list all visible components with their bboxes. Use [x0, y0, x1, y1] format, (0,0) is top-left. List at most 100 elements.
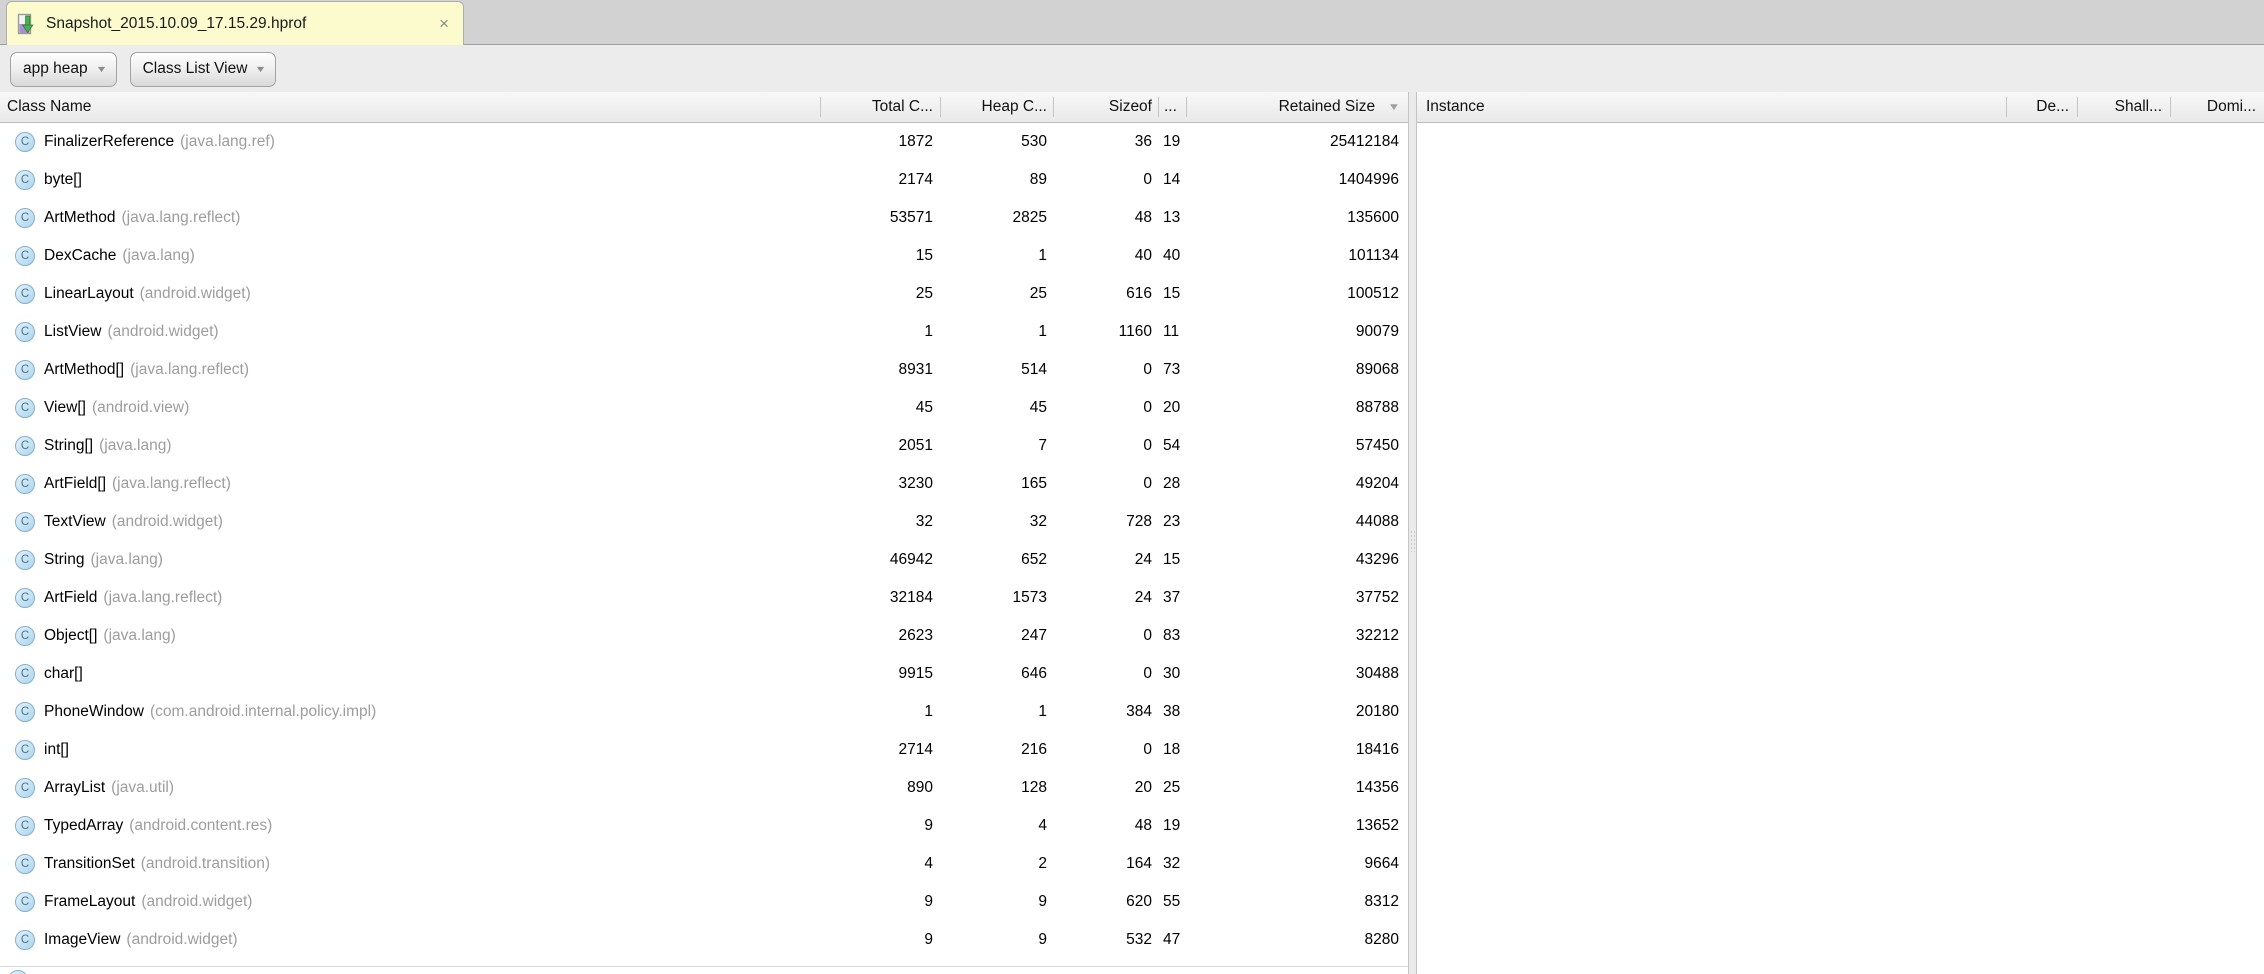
class-icon: C [15, 360, 35, 380]
sizeof-cell: 0 [1143, 361, 1152, 378]
table-row[interactable]: C View[] (android.view) 45 45 0 20 88788 [0, 389, 1408, 427]
class-icon: C [15, 816, 35, 836]
class-icon: C [15, 854, 35, 874]
heap-cell: 4 [1038, 817, 1047, 834]
table-row[interactable]: Cint[] 2714 216 0 18 18416 [0, 731, 1408, 769]
retained-cell: 88788 [1355, 399, 1399, 416]
column-header-class-name[interactable]: Class Name [0, 97, 820, 117]
class-name: LinearLayout [44, 285, 134, 302]
column-header-dominating-size[interactable]: Domi... [2170, 97, 2264, 117]
class-package: (android.content.res) [129, 817, 273, 834]
retained-cell: 8312 [1364, 893, 1399, 910]
heap-selector-dropdown[interactable]: app heap ▼ [10, 51, 117, 87]
class-name: PhoneWindow [44, 703, 144, 720]
table-row[interactable]: Cchar[] 9915 646 0 30 30488 [0, 655, 1408, 693]
class-name-cell: C ListView (android.widget) [0, 322, 820, 342]
class-package: (java.lang.ref) [180, 133, 275, 150]
table-row[interactable]: C ArrayList (java.util) 890 128 20 25 14356 [0, 769, 1408, 807]
class-name: TransitionSet [44, 855, 135, 872]
sizeof-cell: 0 [1143, 399, 1152, 416]
retained-cell: 20180 [1355, 703, 1399, 720]
class-name-cell: Cint[] [0, 740, 820, 760]
view-selector-dropdown[interactable]: Class List View ▼ [129, 51, 277, 87]
class-package: (java.lang) [103, 627, 176, 644]
table-row[interactable]: C TextView (android.widget) 32 32 728 23 44088 [0, 503, 1408, 541]
class-package: (java.lang) [90, 551, 163, 568]
clipped-cell: 15 [1163, 285, 1181, 302]
heap-view-toolbar: app heap ▼ Class List View ▼ [0, 45, 2264, 93]
clipped-cell: 19 [1163, 817, 1181, 834]
heap-cell: 247 [1021, 627, 1047, 644]
class-name-cell: C FrameLayout (android.widget) [0, 892, 820, 912]
class-package: (java.lang.reflect) [121, 209, 241, 226]
clipped-cell: 14 [1163, 171, 1181, 188]
tab-close-icon[interactable]: × [437, 15, 451, 32]
column-header-heap-count[interactable]: Heap C... [940, 97, 1053, 117]
sizeof-cell: 164 [1126, 855, 1152, 872]
table-row[interactable]: C Object[] (java.lang) 2623 247 0 83 32212 [0, 617, 1408, 655]
sizeof-cell: 0 [1143, 171, 1152, 188]
total-cell: 32184 [889, 589, 933, 606]
table-row[interactable]: C ArtMethod[] (java.lang.reflect) 8931 514 0 7… [0, 351, 1408, 389]
table-row[interactable]: C String[] (java.lang) 2051 7 0 54 57450 [0, 427, 1408, 465]
clipped-cell: 38 [1163, 703, 1181, 720]
table-row[interactable]: C TransitionSet (android.transition) 4 2 164 3… [0, 845, 1408, 883]
class-name-cell: C Object[] (java.lang) [0, 626, 820, 646]
table-row[interactable]: C PhoneWindow (com.android.internal.policy… [0, 693, 1408, 731]
total-cell: 15 [915, 247, 933, 264]
table-row[interactable]: C String (java.lang) 46942 652 24 15 43296 [0, 541, 1408, 579]
class-name-cell: C LinearLayout (android.widget) [0, 284, 820, 304]
sizeof-cell: 24 [1134, 589, 1152, 606]
total-cell: 2051 [898, 437, 933, 454]
row-divider [0, 966, 1408, 967]
sizeof-cell: 48 [1134, 817, 1152, 834]
class-icon: C [15, 132, 35, 152]
heap-viewer-main: Class Name Total C... Heap C... Sizeof .… [0, 92, 2264, 974]
class-package: (android.widget) [111, 513, 223, 530]
table-row[interactable]: C TypedArray (android.content.res) 9 4 48 19 13… [0, 807, 1408, 845]
table-row[interactable]: C ArtField (java.lang.reflect) 32184 1573 24 3… [0, 579, 1408, 617]
total-cell: 3230 [898, 475, 933, 492]
class-package: (android.widget) [126, 931, 238, 948]
table-row[interactable]: C ArtMethod (java.lang.reflect) 53571 2825 48… [0, 199, 1408, 237]
column-header-depth[interactable]: De... [2006, 97, 2077, 117]
total-cell: 1 [924, 323, 933, 340]
table-row[interactable]: C ListView (android.widget) 1 1 1160 11 90079 [0, 313, 1408, 351]
column-header-total-count[interactable]: Total C... [820, 97, 940, 117]
class-package: (android.widget) [107, 323, 219, 340]
class-package: (android.widget) [141, 893, 253, 910]
column-header-shallow-clipped[interactable]: ... [1158, 97, 1186, 117]
table-row[interactable]: C DexCache (java.lang) 15 1 40 40 101134 [0, 237, 1408, 275]
table-row[interactable]: C FinalizerReference (java.lang.ref) 1872 53… [0, 123, 1408, 161]
class-package: (android.transition) [140, 855, 270, 872]
sort-descending-icon: ▼ [1387, 101, 1401, 113]
class-icon: C [15, 626, 35, 646]
column-header-retained-size[interactable]: Retained Size ▼ [1186, 97, 1408, 117]
heap-cell: 89 [1029, 171, 1047, 188]
column-header-shallow-size[interactable]: Shall... [2077, 97, 2170, 117]
column-header-sizeof[interactable]: Sizeof [1053, 97, 1158, 117]
table-row[interactable]: C ImageView (android.widget) 9 9 532 47 8280 [0, 921, 1408, 958]
table-row[interactable]: Cbyte[] 2174 89 0 14 1404996 [0, 161, 1408, 199]
table-row[interactable]: C LinearLayout (android.widget) 25 25 616 15 10… [0, 275, 1408, 313]
class-name-cell: C ArtField (java.lang.reflect) [0, 588, 820, 608]
clipped-cell: 25 [1163, 779, 1181, 796]
clipped-cell: 28 [1163, 475, 1181, 492]
column-header-instance[interactable]: Instance [1417, 97, 2006, 117]
class-name-cell: C DexCache (java.lang) [0, 246, 820, 266]
class-name: DexCache [44, 247, 117, 264]
total-cell: 1 [924, 703, 933, 720]
class-name: int[] [44, 741, 69, 758]
editor-tab-hprof[interactable]: Snapshot_2015.10.09_17.15.29.hprof × [6, 1, 464, 45]
panel-splitter[interactable] [1408, 92, 1417, 974]
heap-cell: 2 [1038, 855, 1047, 872]
class-icon: C [15, 512, 35, 532]
class-name-cell: C String (java.lang) [0, 550, 820, 570]
table-row[interactable]: C ArtField[] (java.lang.reflect) 3230 165 0 28… [0, 465, 1408, 503]
table-row[interactable]: C FrameLayout (android.widget) 9 9 620 55 8312 [0, 883, 1408, 921]
class-name: FinalizerReference [44, 133, 175, 150]
retained-cell: 44088 [1355, 513, 1399, 530]
total-cell: 8931 [898, 361, 933, 378]
class-name: FrameLayout [44, 893, 136, 910]
sizeof-cell: 0 [1143, 741, 1152, 758]
